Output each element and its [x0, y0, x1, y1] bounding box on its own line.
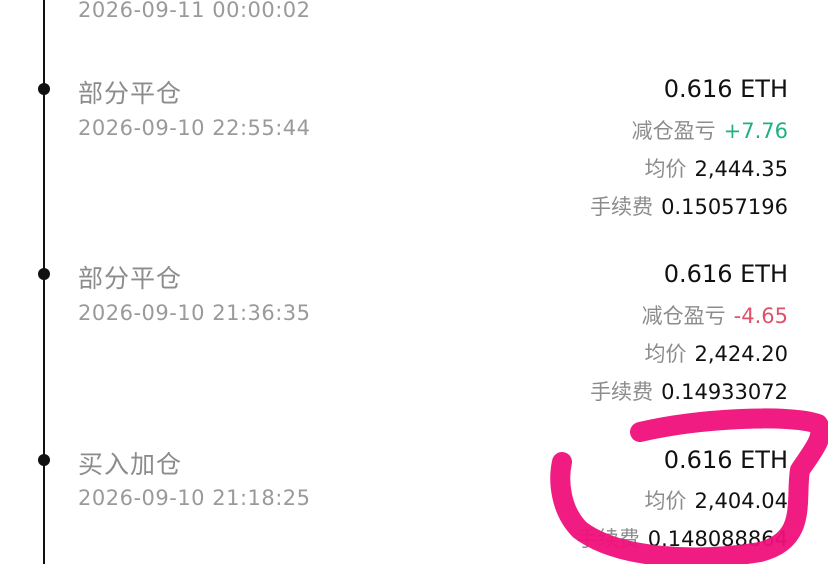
fee-value: 0.148088864	[647, 527, 788, 551]
entry-fee: 手续费 0.15057196	[590, 191, 788, 221]
entry-amount: 0.616 ETH	[663, 75, 788, 103]
avg-value: 2,404.04	[694, 489, 788, 513]
fee-label: 手续费	[590, 195, 654, 219]
entry-avg-price: 均价 2,444.35	[644, 153, 788, 183]
fee-value: 0.14933072	[661, 380, 788, 404]
avg-value: 2,424.20	[694, 342, 788, 366]
entry-fee: 手续费 0.14933072	[590, 376, 788, 406]
entry-time: 2026-09-10 22:55:44	[78, 116, 311, 140]
entry-title: 买入加仓	[78, 450, 183, 479]
pnl-label: 减仓盈亏	[631, 119, 716, 143]
entry-title: 部分平仓	[78, 79, 183, 108]
entry-time-partial: 2026-09-11 00:00:02	[78, 0, 311, 22]
entry-avg-price: 均价 2,424.20	[644, 338, 788, 368]
entry-pnl: 减仓盈亏 -4.65	[642, 300, 788, 330]
pnl-label: 减仓盈亏	[641, 304, 726, 328]
avg-label: 均价	[644, 342, 687, 366]
avg-label: 均价	[644, 489, 687, 513]
entry-time: 2026-09-10 21:36:35	[78, 301, 311, 325]
fee-value: 0.15057196	[661, 195, 788, 219]
entry-time: 2026-09-10 21:18:25	[78, 486, 311, 510]
entry-title: 部分平仓	[78, 264, 183, 293]
entry-avg-price: 均价 2,404.04	[644, 485, 788, 515]
avg-label: 均价	[644, 157, 687, 181]
avg-value: 2,444.35	[694, 157, 788, 181]
fee-label: 手续费	[576, 527, 640, 551]
fee-label: 手续费	[590, 380, 654, 404]
timeline-dot	[38, 454, 50, 466]
pnl-value: +7.76	[723, 119, 788, 143]
timeline-dot	[38, 83, 50, 95]
pnl-value: -4.65	[733, 304, 788, 328]
entry-fee: 手续费 0.148088864	[577, 523, 788, 553]
entry-pnl: 减仓盈亏 +7.76	[632, 115, 788, 145]
entry-amount: 0.616 ETH	[663, 446, 788, 474]
entry-amount: 0.616 ETH	[663, 260, 788, 288]
timeline-dot	[38, 268, 50, 280]
